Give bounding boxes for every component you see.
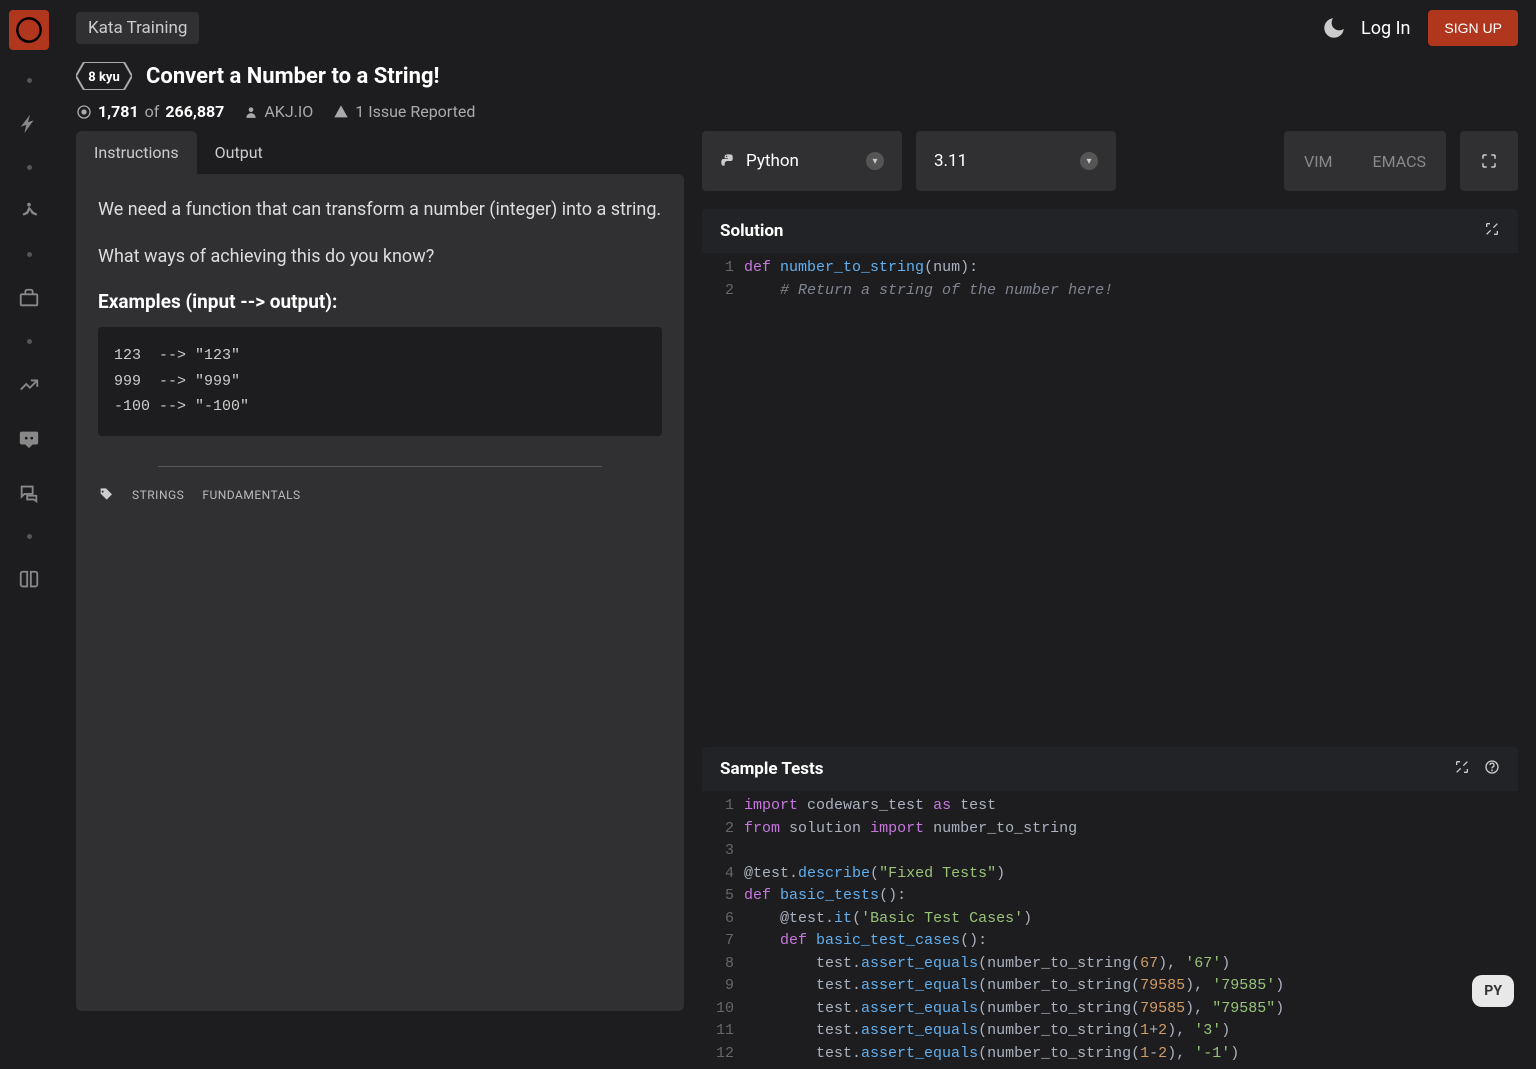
fullscreen-button[interactable]: [1460, 131, 1518, 191]
sidebar-divider: [27, 534, 32, 539]
examples-heading: Examples (input --> output):: [98, 290, 662, 313]
practice-icon[interactable]: [16, 111, 42, 137]
tag-fundamentals[interactable]: FUNDAMENTALS: [202, 488, 300, 502]
right-panel: Python ▾ 3.11 ▾ VIM EMACS Solutio: [702, 131, 1518, 1011]
sidebar-divider: [27, 339, 32, 344]
breadcrumb[interactable]: Kata Training: [76, 12, 199, 44]
solution-editor: Solution 12 def number_to_string(num): #…: [702, 209, 1518, 729]
python-icon: [720, 153, 736, 169]
solution-code[interactable]: 12 def number_to_string(num): # Return a…: [702, 253, 1518, 729]
description-panel: We need a function that can transform a …: [76, 174, 684, 1011]
divider: [158, 466, 602, 467]
editor-mode-group: VIM EMACS: [1284, 131, 1446, 191]
docs-icon[interactable]: [16, 567, 42, 593]
desc-p2: What ways of achieving this do you know?: [98, 243, 662, 270]
sidebar-divider: [27, 165, 32, 170]
discord-icon[interactable]: [16, 426, 42, 452]
desc-p1: We need a function that can transform a …: [98, 196, 662, 223]
language-badge[interactable]: PY: [1472, 975, 1514, 1007]
author-meta[interactable]: AKJ.IO: [244, 102, 313, 121]
editor-toolbar: Python ▾ 3.11 ▾ VIM EMACS: [702, 131, 1518, 191]
left-panel: Instructions Output We need a function t…: [76, 131, 684, 1011]
kata-header: 8 kyu Convert a Number to a String! 1,78…: [58, 56, 1536, 131]
main: Kata Training Log In SIGN UP 8 kyu Conve…: [58, 0, 1536, 1029]
topbar: Kata Training Log In SIGN UP: [58, 0, 1536, 56]
signup-button[interactable]: SIGN UP: [1428, 10, 1518, 46]
solution-title: Solution: [720, 221, 783, 241]
issues-meta[interactable]: 1 Issue Reported: [333, 102, 475, 121]
expand-tests-icon[interactable]: [1454, 759, 1470, 779]
dark-mode-icon[interactable]: [1321, 15, 1347, 41]
chevron-down-icon: ▾: [866, 152, 884, 170]
tags: STRINGS FUNDAMENTALS: [98, 487, 662, 503]
tab-instructions[interactable]: Instructions: [76, 131, 197, 174]
kyu-badge: 8 kyu: [76, 62, 132, 90]
leaderboard-icon[interactable]: [16, 372, 42, 398]
tag-strings[interactable]: STRINGS: [132, 488, 184, 502]
svg-text:8 kyu: 8 kyu: [88, 70, 119, 85]
login-link[interactable]: Log In: [1361, 18, 1410, 39]
sidebar: [0, 0, 58, 1029]
emacs-mode[interactable]: EMACS: [1353, 131, 1446, 191]
chevron-down-icon: ▾: [1080, 152, 1098, 170]
help-tests-icon[interactable]: [1484, 759, 1500, 779]
chat-icon[interactable]: [16, 480, 42, 506]
tests-editor: Sample Tests 123456789101112 import code…: [702, 747, 1518, 1069]
sidebar-divider: [27, 252, 32, 257]
tests-code[interactable]: 123456789101112 import codewars_test as …: [702, 791, 1518, 1069]
sidebar-divider: [27, 78, 32, 83]
expand-solution-icon[interactable]: [1484, 221, 1500, 241]
examples-code: 123 --> "123" 999 --> "999" -100 --> "-1…: [98, 327, 662, 436]
tabs: Instructions Output: [76, 131, 684, 174]
tab-output[interactable]: Output: [197, 131, 281, 174]
tests-title: Sample Tests: [720, 759, 823, 779]
version-dropdown[interactable]: 3.11 ▾: [916, 131, 1116, 191]
tag-icon: [98, 487, 114, 503]
vim-mode[interactable]: VIM: [1284, 131, 1353, 191]
freestyle-icon[interactable]: [16, 198, 42, 224]
kata-title: Convert a Number to a String!: [146, 64, 439, 89]
career-icon[interactable]: [16, 285, 42, 311]
progress-meta: 1,781 of 266,887: [76, 102, 224, 121]
logo[interactable]: [9, 10, 49, 50]
language-dropdown[interactable]: Python ▾: [702, 131, 902, 191]
